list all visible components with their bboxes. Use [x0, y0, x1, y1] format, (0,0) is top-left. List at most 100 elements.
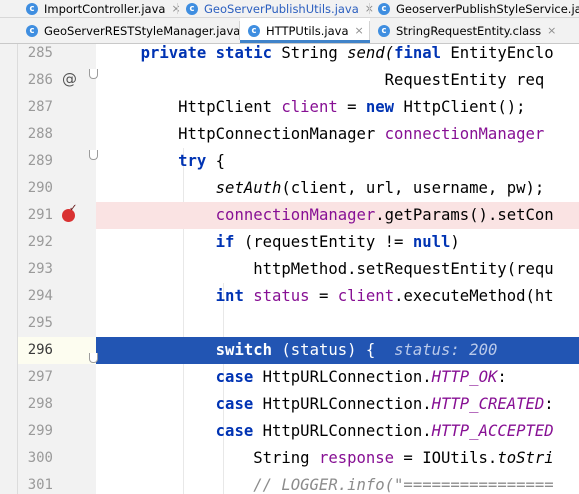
- inline-value-hint: status: 200: [394, 341, 498, 359]
- code-token: // LOGGER.info("================: [253, 476, 554, 494]
- code-token: =: [309, 287, 338, 305]
- line-number: 289: [27, 153, 53, 169]
- code-token: HttpURLConnection.: [253, 368, 432, 386]
- code-line[interactable]: 285 private static String send(final Ent…: [0, 44, 579, 67]
- code-text: httpMethod.setRequestEntity(requ: [103, 256, 553, 283]
- fold-marker-icon[interactable]: [89, 353, 98, 363]
- tab-label: GeoServerPublishUtils.java: [204, 1, 359, 16]
- line-number: 300: [27, 450, 53, 466]
- code-text: setAuth(client, url, username, pw);: [103, 175, 545, 202]
- code-token: send(: [347, 44, 395, 62]
- line-number: 295: [27, 315, 53, 331]
- line-number: 298: [27, 396, 53, 412]
- code-line[interactable]: 301 // LOGGER.info("================: [0, 472, 579, 494]
- code-token: HTTP_ACCEPTED: [431, 422, 554, 440]
- close-icon[interactable]: ×: [547, 24, 556, 37]
- code-text: switch (status) { status: 200: [103, 337, 498, 364]
- code-token: case: [215, 395, 254, 413]
- code-line[interactable]: 300 String response = IOUtils.toStri: [0, 445, 579, 472]
- code-text: try {: [103, 148, 225, 175]
- line-number: 286: [27, 72, 53, 88]
- class-icon: c: [378, 2, 390, 15]
- code-token: (status) {: [272, 341, 395, 359]
- line-number: 288: [27, 126, 53, 142]
- code-line[interactable]: 289 try {: [0, 148, 579, 175]
- code-token: null: [412, 233, 451, 251]
- line-number: 291: [27, 207, 53, 223]
- code-token: :: [544, 395, 554, 413]
- code-token: response: [318, 449, 395, 467]
- code-token: if: [215, 233, 235, 251]
- code-line[interactable]: 292 if (requestEntity != null): [0, 229, 579, 256]
- line-number: 299: [27, 423, 53, 439]
- code-line[interactable]: 299 case HttpURLConnection.HTTP_ACCEPTED: [0, 418, 579, 445]
- line-number: 290: [27, 180, 53, 196]
- code-token: private static: [140, 44, 272, 62]
- tab-stringrequestentity-class[interactable]: c StringRequestEntity.class ×: [370, 18, 556, 43]
- line-number: 294: [27, 288, 53, 304]
- fold-marker-icon[interactable]: [89, 150, 98, 160]
- class-icon: c: [26, 2, 38, 15]
- code-line[interactable]: 291 connectionManager.getParams().setCon: [0, 202, 579, 229]
- code-token: EntityEnclo: [441, 44, 554, 62]
- code-text: // LOGGER.info("================: [103, 472, 554, 494]
- class-icon: c: [248, 24, 260, 37]
- tab-separator: [177, 3, 178, 14]
- tab-separator: [369, 21, 370, 40]
- breakpoint-icon[interactable]: [62, 203, 77, 222]
- code-token: (client, url, username, pw);: [281, 179, 545, 197]
- code-line[interactable]: 290 setAuth(client, url, username, pw);: [0, 175, 579, 202]
- tab-geoserverreststylemanager-java[interactable]: cGeoServerRESTStyleManager.java×: [18, 18, 256, 43]
- code-token: int: [215, 287, 244, 305]
- code-line[interactable]: 293 httpMethod.setRequestEntity(requ: [0, 256, 579, 283]
- code-token: HTTP_CREATED: [431, 395, 545, 413]
- code-token: =: [337, 98, 366, 116]
- tab-geoserverpublishutils-java[interactable]: cGeoServerPublishUtils.java×: [178, 0, 374, 17]
- code-token: String: [103, 449, 319, 467]
- code-line[interactable]: 288 HttpConnectionManager connectionMana…: [0, 121, 579, 148]
- line-number: 287: [27, 99, 53, 115]
- code-token: RequestEntity req: [103, 71, 545, 89]
- editor-tab-bar-row-2: c GeoServerRESTStyleManager.java × c HTTPUti…: [0, 18, 579, 44]
- code-text: int status = client.executeMethod(ht: [103, 283, 554, 310]
- code-line[interactable]: 286 @ RequestEntity req: [0, 67, 579, 94]
- code-line[interactable]: 287 HttpClient client = new HttpClient()…: [0, 94, 579, 121]
- tab-label: GeoserverPublishStyleService.java: [396, 1, 579, 16]
- fold-marker-icon[interactable]: [89, 69, 98, 79]
- code-token: toStri: [497, 449, 554, 467]
- code-token: HttpClient();: [394, 98, 526, 116]
- current-line[interactable]: 296 switch (status) { status: 200: [0, 337, 579, 364]
- code-line[interactable]: 298 case HttpURLConnection.HTTP_CREATED:: [0, 391, 579, 418]
- code-token: ): [450, 233, 460, 251]
- code-line[interactable]: 297 case HttpURLConnection.HTTP_OK:: [0, 364, 579, 391]
- code-line[interactable]: 295: [0, 310, 579, 337]
- code-text: case HttpURLConnection.HTTP_CREATED:: [103, 391, 554, 418]
- code-text: case HttpURLConnection.HTTP_ACCEPTED: [103, 418, 554, 445]
- tab-httputils-java[interactable]: c HTTPUtils.java ×: [240, 18, 370, 43]
- code-token: HTTP_OK: [431, 368, 498, 386]
- tab-label: StringRequestEntity.class: [396, 23, 542, 38]
- class-icon: c: [186, 2, 198, 15]
- line-number: 296: [27, 342, 53, 358]
- line-number: 297: [27, 369, 53, 385]
- line-number: 285: [27, 45, 53, 61]
- annotation-marker-icon[interactable]: @: [62, 67, 77, 94]
- code-text: private static String send(final EntityE…: [103, 44, 554, 67]
- code-line[interactable]: 294 int status = client.executeMethod(ht: [0, 283, 579, 310]
- code-editor[interactable]: 285 private static String send(final Ent…: [0, 44, 579, 494]
- code-token: HttpURLConnection.: [253, 395, 432, 413]
- code-token: try: [178, 152, 207, 170]
- class-icon: c: [378, 24, 390, 37]
- tab-importcontroller-java[interactable]: cImportController.java×: [18, 0, 181, 17]
- close-icon[interactable]: ×: [355, 24, 364, 37]
- code-token: final: [394, 44, 442, 62]
- tab-geoserverpublishstyleservice-java[interactable]: cGeoserverPublishStyleService.java×: [370, 0, 579, 17]
- code-token: .executeMethod(ht: [394, 287, 554, 305]
